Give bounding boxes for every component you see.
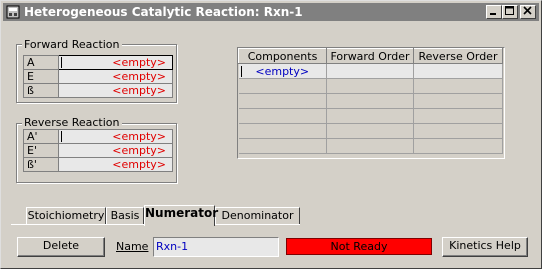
reverse-order-cell[interactable] <box>413 108 503 124</box>
component-cell[interactable] <box>238 93 327 109</box>
components-grid[interactable]: Components Forward Order Reverse Order <… <box>237 47 505 159</box>
tab-denominator[interactable]: Denominator <box>215 207 300 224</box>
param-label: A <box>23 55 59 70</box>
param-value-input[interactable]: <empty> <box>58 143 173 158</box>
reverse-reaction-table: A' <empty> E' <empty> ß' <empty> <box>23 129 173 172</box>
forward-order-cell[interactable] <box>326 78 414 94</box>
status-indicator: Not Ready <box>286 238 432 255</box>
param-label: A' <box>23 129 59 144</box>
tab-stoichiometry[interactable]: Stoichiometry <box>26 207 106 224</box>
param-row: A <empty> <box>23 55 173 70</box>
kinetics-help-button[interactable]: Kinetics Help <box>442 237 528 257</box>
param-row: A' <empty> <box>23 129 173 144</box>
param-value-input[interactable]: <empty> <box>58 129 173 144</box>
param-row: E' <empty> <box>23 143 173 158</box>
param-label: E' <box>23 143 59 158</box>
table-row <box>238 123 503 139</box>
table-row <box>238 78 503 94</box>
name-input[interactable]: Rxn-1 <box>153 237 279 257</box>
reverse-order-cell[interactable] <box>413 78 503 94</box>
minimize-icon <box>490 13 496 15</box>
text-caret <box>61 131 62 142</box>
param-value-input[interactable]: <empty> <box>58 55 173 70</box>
param-value-input[interactable]: <empty> <box>58 83 173 98</box>
forward-reaction-label: Forward Reaction <box>22 38 122 51</box>
column-header-reverse-order[interactable]: Reverse Order <box>413 48 503 64</box>
tab-numerator[interactable]: Numerator <box>144 205 218 226</box>
param-label: ß' <box>23 157 59 172</box>
reverse-order-cell[interactable] <box>413 63 503 79</box>
maximize-icon <box>505 6 514 15</box>
forward-order-cell[interactable] <box>326 93 414 109</box>
column-header-components[interactable]: Components <box>238 48 327 64</box>
param-value: <empty> <box>112 130 166 143</box>
param-value: <empty> <box>112 84 166 97</box>
forward-reaction-table: A <empty> E <empty> ß <empty> <box>23 55 173 98</box>
column-header-forward-order[interactable]: Forward Order <box>326 48 414 64</box>
reverse-order-cell[interactable] <box>413 123 503 139</box>
param-value: <empty> <box>112 158 166 171</box>
minimize-button[interactable] <box>486 5 502 19</box>
param-value: <empty> <box>112 70 166 83</box>
name-label-text: Name <box>116 240 149 253</box>
app-icon <box>6 5 20 19</box>
name-label: Name <box>116 240 148 253</box>
component-cell[interactable] <box>238 123 327 139</box>
component-cell[interactable] <box>238 108 327 124</box>
close-button[interactable] <box>520 5 536 19</box>
window-title: Heterogeneous Catalytic Reaction: Rxn-1 <box>24 5 303 19</box>
title-bar[interactable]: Heterogeneous Catalytic Reaction: Rxn-1 <box>3 3 539 21</box>
component-cell[interactable] <box>238 78 327 94</box>
component-value: <empty> <box>255 64 310 78</box>
table-row: <empty> <box>238 63 503 79</box>
forward-order-cell[interactable] <box>326 123 414 139</box>
text-caret <box>61 57 62 68</box>
reverse-reaction-label: Reverse Reaction <box>22 116 122 129</box>
forward-order-cell[interactable] <box>326 138 414 154</box>
param-value-input[interactable]: <empty> <box>58 69 173 84</box>
forward-order-cell[interactable] <box>326 63 414 79</box>
param-label: E <box>23 69 59 84</box>
text-caret <box>240 66 242 77</box>
table-row <box>238 108 503 124</box>
param-row: ß' <empty> <box>23 157 173 172</box>
reverse-order-cell[interactable] <box>413 138 503 154</box>
close-icon <box>523 6 532 15</box>
components-table: Components Forward Order Reverse Order <… <box>238 48 503 154</box>
param-value-input[interactable]: <empty> <box>58 157 173 172</box>
table-row <box>238 93 503 109</box>
param-row: E <empty> <box>23 69 173 84</box>
table-row <box>238 138 503 154</box>
grid-header-row: Components Forward Order Reverse Order <box>238 48 503 64</box>
delete-button[interactable]: Delete <box>17 237 105 257</box>
param-label: ß <box>23 83 59 98</box>
reverse-order-cell[interactable] <box>413 93 503 109</box>
reaction-window: Heterogeneous Catalytic Reaction: Rxn-1 … <box>0 0 542 269</box>
component-cell[interactable] <box>238 138 327 154</box>
component-cell[interactable]: <empty> <box>238 63 327 79</box>
param-value: <empty> <box>112 144 166 157</box>
forward-order-cell[interactable] <box>326 108 414 124</box>
param-value: <empty> <box>112 56 166 69</box>
maximize-button[interactable] <box>502 5 518 19</box>
param-row: ß <empty> <box>23 83 173 98</box>
tab-basis[interactable]: Basis <box>106 207 144 224</box>
